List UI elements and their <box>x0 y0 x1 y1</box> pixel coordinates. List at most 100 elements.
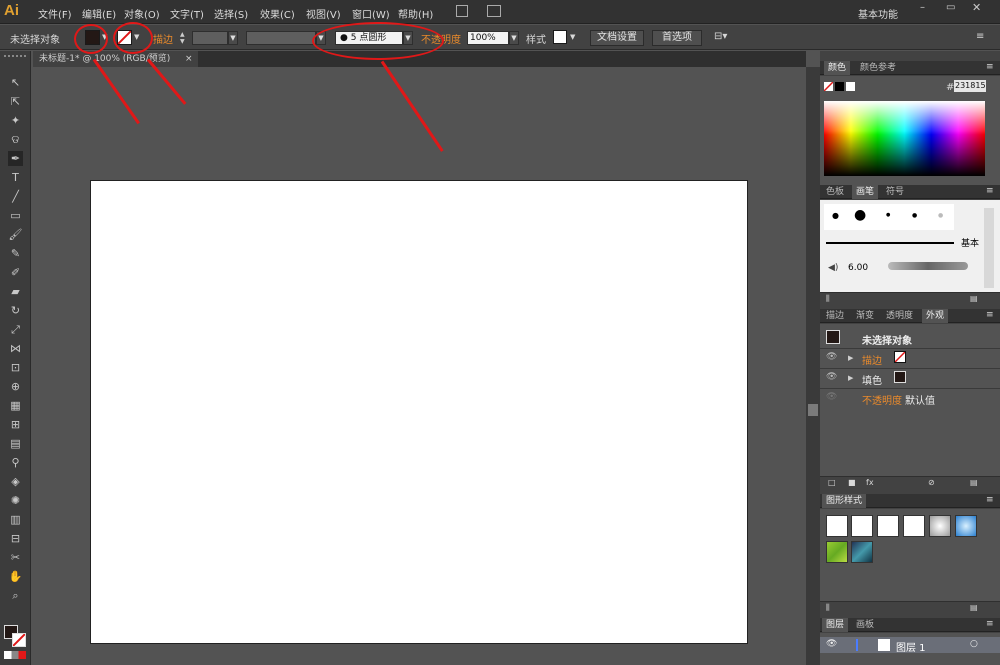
clear-appearance-icon[interactable]: ⊘ <box>928 478 935 487</box>
opacity-field[interactable]: 100% <box>467 31 509 45</box>
vertical-scrollbar[interactable] <box>806 67 820 665</box>
menu-help[interactable]: 帮助(H) <box>398 6 433 21</box>
tab-gradient[interactable]: 渐变 <box>852 309 878 323</box>
fill-expand-icon[interactable]: ▶ <box>848 374 853 382</box>
width-tool-icon[interactable]: ⋈ <box>8 341 23 356</box>
tab-stroke[interactable]: 描边 <box>822 309 848 323</box>
minimize-icon[interactable]: – <box>920 2 925 13</box>
color-mode-buttons[interactable] <box>4 651 26 659</box>
pen-tool-icon[interactable]: ✒ <box>8 151 23 166</box>
graphic-style-library-icon[interactable]: ⫼ <box>826 603 830 613</box>
control-bar-menu-icon[interactable]: ≡ <box>976 31 984 42</box>
arrange-documents-icon[interactable] <box>487 5 501 17</box>
rectangle-tool-icon[interactable]: ▭ <box>8 208 23 223</box>
tab-color[interactable]: 颜色 <box>824 61 851 75</box>
scrollbar-thumb[interactable] <box>808 404 818 416</box>
brush-preset-2[interactable]: ● <box>854 207 866 223</box>
magic-wand-tool-icon[interactable]: ✦ <box>8 113 23 128</box>
hand-tool-icon[interactable]: ✋ <box>8 569 23 584</box>
appearance-opacity-label[interactable]: 不透明度 <box>862 392 902 407</box>
none-color-icon[interactable] <box>824 82 833 91</box>
stroke-weight-field[interactable] <box>192 31 228 45</box>
brush-scrollbar[interactable] <box>984 208 994 288</box>
hex-input[interactable]: 231815 <box>954 80 986 92</box>
tab-artboards[interactable]: 画板 <box>852 618 878 632</box>
tab-graphic-styles[interactable]: 图形样式 <box>822 494 867 508</box>
layer-row[interactable]: 👁 图层 1 ○ <box>820 637 1000 654</box>
layer-visibility-eye-icon[interactable]: 👁 <box>826 639 837 649</box>
brush-panel-menu-icon[interactable]: ≡ <box>986 186 994 196</box>
lasso-tool-icon[interactable]: ଡ <box>8 132 23 147</box>
brush-preset-5[interactable]: ● <box>938 212 943 219</box>
opacity-visibility-eye-icon[interactable]: 👁 <box>826 392 837 402</box>
appearance-fill-swatch[interactable] <box>894 371 906 383</box>
style-dropdown-icon[interactable]: ▼ <box>570 33 575 41</box>
graphic-style-4[interactable] <box>903 515 925 537</box>
black-color-icon[interactable] <box>835 82 844 91</box>
add-fill-icon[interactable]: ■ <box>848 478 856 487</box>
opacity-dropdown[interactable]: ▼ <box>509 31 519 45</box>
graphic-style-swatch[interactable] <box>553 30 567 44</box>
tab-brushes[interactable]: 画笔 <box>852 185 879 199</box>
graphic-style-default[interactable] <box>826 515 848 537</box>
shape-builder-tool-icon[interactable]: ⊕ <box>8 379 23 394</box>
layers-panel-menu-icon[interactable]: ≡ <box>986 619 994 629</box>
appearance-fill-label[interactable]: 填色 <box>862 372 882 387</box>
brush-preset-4[interactable]: ● <box>912 212 917 219</box>
graphic-style-3[interactable] <box>877 515 899 537</box>
appearance-stroke-label[interactable]: 描边 <box>862 352 882 367</box>
slice-tool-icon[interactable]: ✂ <box>8 550 23 565</box>
tab-transparency[interactable]: 透明度 <box>882 309 917 323</box>
tab-swatches[interactable]: 色板 <box>822 185 848 199</box>
line-tool-icon[interactable]: ╱ <box>8 189 23 204</box>
delete-brush-icon[interactable]: ▤ <box>970 294 978 303</box>
graphic-style-5[interactable] <box>929 515 951 537</box>
graphic-style-2[interactable] <box>851 515 873 537</box>
bridge-icon[interactable] <box>456 5 468 17</box>
blob-brush-tool-icon[interactable]: ✐ <box>8 265 23 280</box>
stroke-expand-icon[interactable]: ▶ <box>848 354 853 362</box>
stroke-weight-stepper[interactable]: ▲ ▼ <box>180 31 189 45</box>
menu-effect[interactable]: 效果(C) <box>260 6 295 21</box>
delete-item-icon[interactable]: ▤ <box>970 478 978 487</box>
menu-object[interactable]: 对象(O) <box>124 6 160 21</box>
add-stroke-icon[interactable]: □ <box>828 478 836 487</box>
preferences-button[interactable]: 首选项 <box>652 30 702 46</box>
charcoal-brush-stroke[interactable] <box>888 262 968 270</box>
eraser-tool-icon[interactable]: ▰ <box>8 284 23 299</box>
close-icon[interactable]: ✕ <box>972 1 981 14</box>
menu-select[interactable]: 选择(S) <box>214 6 248 21</box>
direct-selection-tool-icon[interactable]: ⇱ <box>8 94 23 109</box>
tab-color-guide[interactable]: 颜色参考 <box>856 61 900 75</box>
color-panel-menu-icon[interactable]: ≡ <box>986 62 994 72</box>
white-color-icon[interactable] <box>846 82 855 91</box>
stroke-label[interactable]: 描边 <box>153 31 173 46</box>
fill-visibility-eye-icon[interactable]: 👁 <box>826 372 837 382</box>
gradient-tool-icon[interactable]: ▤ <box>8 436 23 451</box>
layer-target-icon[interactable]: ○ <box>970 639 978 649</box>
maximize-icon[interactable]: ▭ <box>946 2 955 13</box>
perspective-grid-tool-icon[interactable]: ▦ <box>8 398 23 413</box>
eyedropper-tool-icon[interactable]: ⚲ <box>8 455 23 470</box>
document-tab[interactable]: 未标题-1* @ 100% (RGB/预览) × <box>33 51 198 67</box>
document-setup-button[interactable]: 文档设置 <box>590 30 644 46</box>
free-transform-tool-icon[interactable]: ⊡ <box>8 360 23 375</box>
graphic-style-8[interactable] <box>851 541 873 563</box>
menu-view[interactable]: 视图(V) <box>306 6 341 21</box>
scale-tool-icon[interactable]: ⤢ <box>8 322 23 337</box>
tab-close-icon[interactable]: × <box>185 51 193 67</box>
mesh-tool-icon[interactable]: ⊞ <box>8 417 23 432</box>
tab-layers[interactable]: 图层 <box>822 618 849 632</box>
stroke-weight-dropdown[interactable]: ▼ <box>228 31 238 45</box>
pencil-tool-icon[interactable]: ✎ <box>8 246 23 261</box>
paintbrush-tool-icon[interactable]: 🖌 <box>8 227 23 242</box>
layer-name[interactable]: 图层 1 <box>896 639 926 654</box>
appearance-panel-menu-icon[interactable]: ≡ <box>986 310 994 320</box>
brush-preset-3[interactable]: ● <box>886 212 890 218</box>
menu-edit[interactable]: 编辑(E) <box>82 6 116 21</box>
appearance-stroke-swatch[interactable] <box>894 351 906 363</box>
stroke-color-indicator[interactable] <box>12 633 26 647</box>
brush-preset-1[interactable]: ● <box>832 211 839 220</box>
workspace-switcher[interactable]: 基本功能 <box>858 6 898 21</box>
blend-tool-icon[interactable]: ◈ <box>8 474 23 489</box>
